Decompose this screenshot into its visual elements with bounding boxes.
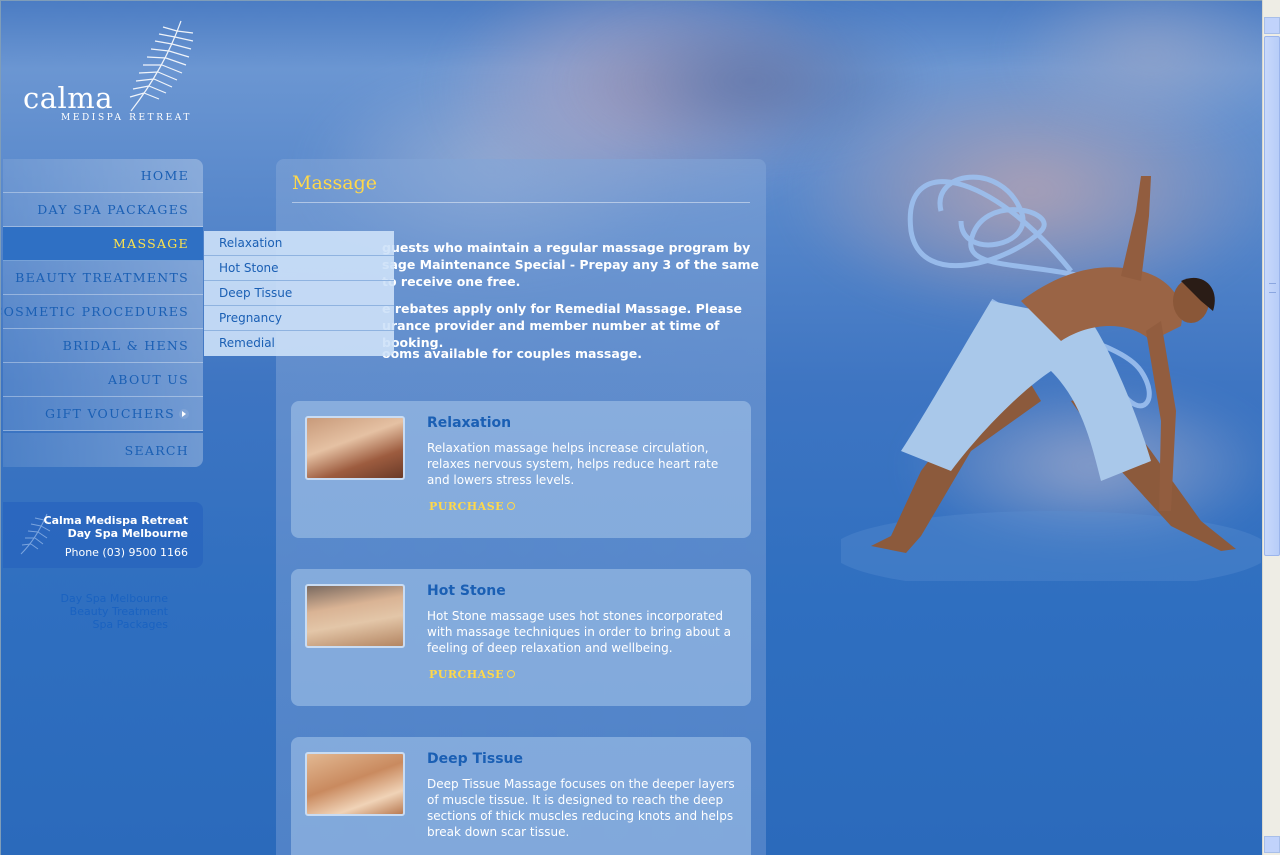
nav-item-massage[interactable]: MASSAGE [3,227,203,261]
grip-icon [1269,283,1276,293]
nav-item-search[interactable]: SEARCH [3,433,203,467]
link-day-spa-melbourne[interactable]: Day Spa Melbourne [61,592,169,605]
arrow-right-icon [179,408,189,419]
contact-name: Calma Medispa Retreat [43,514,188,527]
card-description: Relaxation massage helps increase circul… [427,441,719,487]
scroll-up-button[interactable] [1264,17,1280,34]
nav-item-label: SEARCH [124,442,189,458]
contact-box: Calma Medispa Retreat Day Spa Melbourne … [3,502,203,568]
logo-tagline: MEDISPA RETREAT [61,113,193,123]
nav-item-day-spa-packages[interactable]: DAY SPA PACKAGES [3,193,203,227]
arrow-circle-icon [507,670,516,678]
logo-wordmark: calma [23,81,114,115]
arrow-circle-icon [507,502,516,510]
contact-phone: Phone (03) 9500 1166 [64,546,188,559]
nav-item-label: COSMETIC PROCEDURES [0,304,189,319]
card-description: Deep Tissue Massage focuses on the deepe… [427,777,735,839]
link-spa-packages[interactable]: Spa Packages [61,618,168,631]
main-nav: HOME DAY SPA PACKAGES MASSAGE BEAUTY TRE… [0,159,203,467]
card-title[interactable]: Hot Stone [427,583,506,599]
nav-item-home[interactable]: HOME [3,159,203,193]
submenu-item-pregnancy[interactable]: Pregnancy [204,306,394,331]
link-beauty-treatment[interactable]: Beauty Treatment [61,605,168,618]
vertical-scrollbar[interactable] [1262,0,1280,855]
service-card-hot-stone: Hot Stone Hot Stone massage uses hot sto… [291,569,751,706]
purchase-button[interactable]: PURCHASE [429,668,516,681]
deep-tissue-thumbnail[interactable] [305,752,405,816]
service-card-deep-tissue: Deep Tissue Deep Tissue Massage focuses … [291,737,751,855]
nav-item-cosmetic-procedures[interactable]: COSMETIC PROCEDURES [0,295,203,329]
submenu-item-relaxation[interactable]: Relaxation [204,231,394,256]
massage-submenu: Relaxation Hot Stone Deep Tissue Pregnan… [204,231,394,356]
scrollbar-thumb[interactable] [1264,36,1280,556]
yoga-figure-image [841,174,1261,581]
card-title[interactable]: Relaxation [427,415,511,431]
nav-item-label: GIFT VOUCHERS [45,406,175,421]
nav-item-label: BEAUTY TREATMENTS [15,270,189,285]
nav-item-bridal-hens[interactable]: BRIDAL & HENS [3,329,203,363]
submenu-item-deep-tissue[interactable]: Deep Tissue [204,281,394,306]
nav-item-beauty-treatments[interactable]: BEAUTY TREATMENTS [3,261,203,295]
relaxation-thumbnail[interactable] [305,416,405,480]
nav-item-label: HOME [140,168,189,183]
contact-subtitle: Day Spa Melbourne [67,527,188,540]
card-title[interactable]: Deep Tissue [427,751,523,767]
nav-item-about-us[interactable]: ABOUT US [3,363,203,397]
nav-item-label: ABOUT US [107,372,189,387]
purchase-label: PURCHASE [429,500,505,513]
nav-item-label: MASSAGE [113,236,189,251]
submenu-item-hot-stone[interactable]: Hot Stone [204,256,394,281]
fern-leaf-icon [129,20,194,112]
page-title: Massage [292,172,378,194]
scroll-down-button[interactable] [1264,836,1280,853]
service-card-relaxation: Relaxation Relaxation massage helps incr… [291,401,751,538]
submenu-item-remedial[interactable]: Remedial [204,331,394,356]
nav-item-label: DAY SPA PACKAGES [37,202,189,217]
purchase-label: PURCHASE [429,668,505,681]
purchase-button[interactable]: PURCHASE [429,500,516,513]
site-logo[interactable]: calma MEDISPA RETREAT [23,19,208,129]
hot-stone-thumbnail[interactable] [305,584,405,648]
nav-item-gift-vouchers[interactable]: GIFT VOUCHERS [3,397,203,431]
title-divider [292,202,750,203]
browser-viewport: calma MEDISPA RETREAT HOME DAY SPA PACKA… [0,0,1262,855]
nav-item-label: BRIDAL & HENS [62,338,189,353]
footer-links: Day Spa Melbourne Beauty Treatment Spa P… [61,592,169,631]
card-description: Hot Stone massage uses hot stones incorp… [427,609,732,655]
